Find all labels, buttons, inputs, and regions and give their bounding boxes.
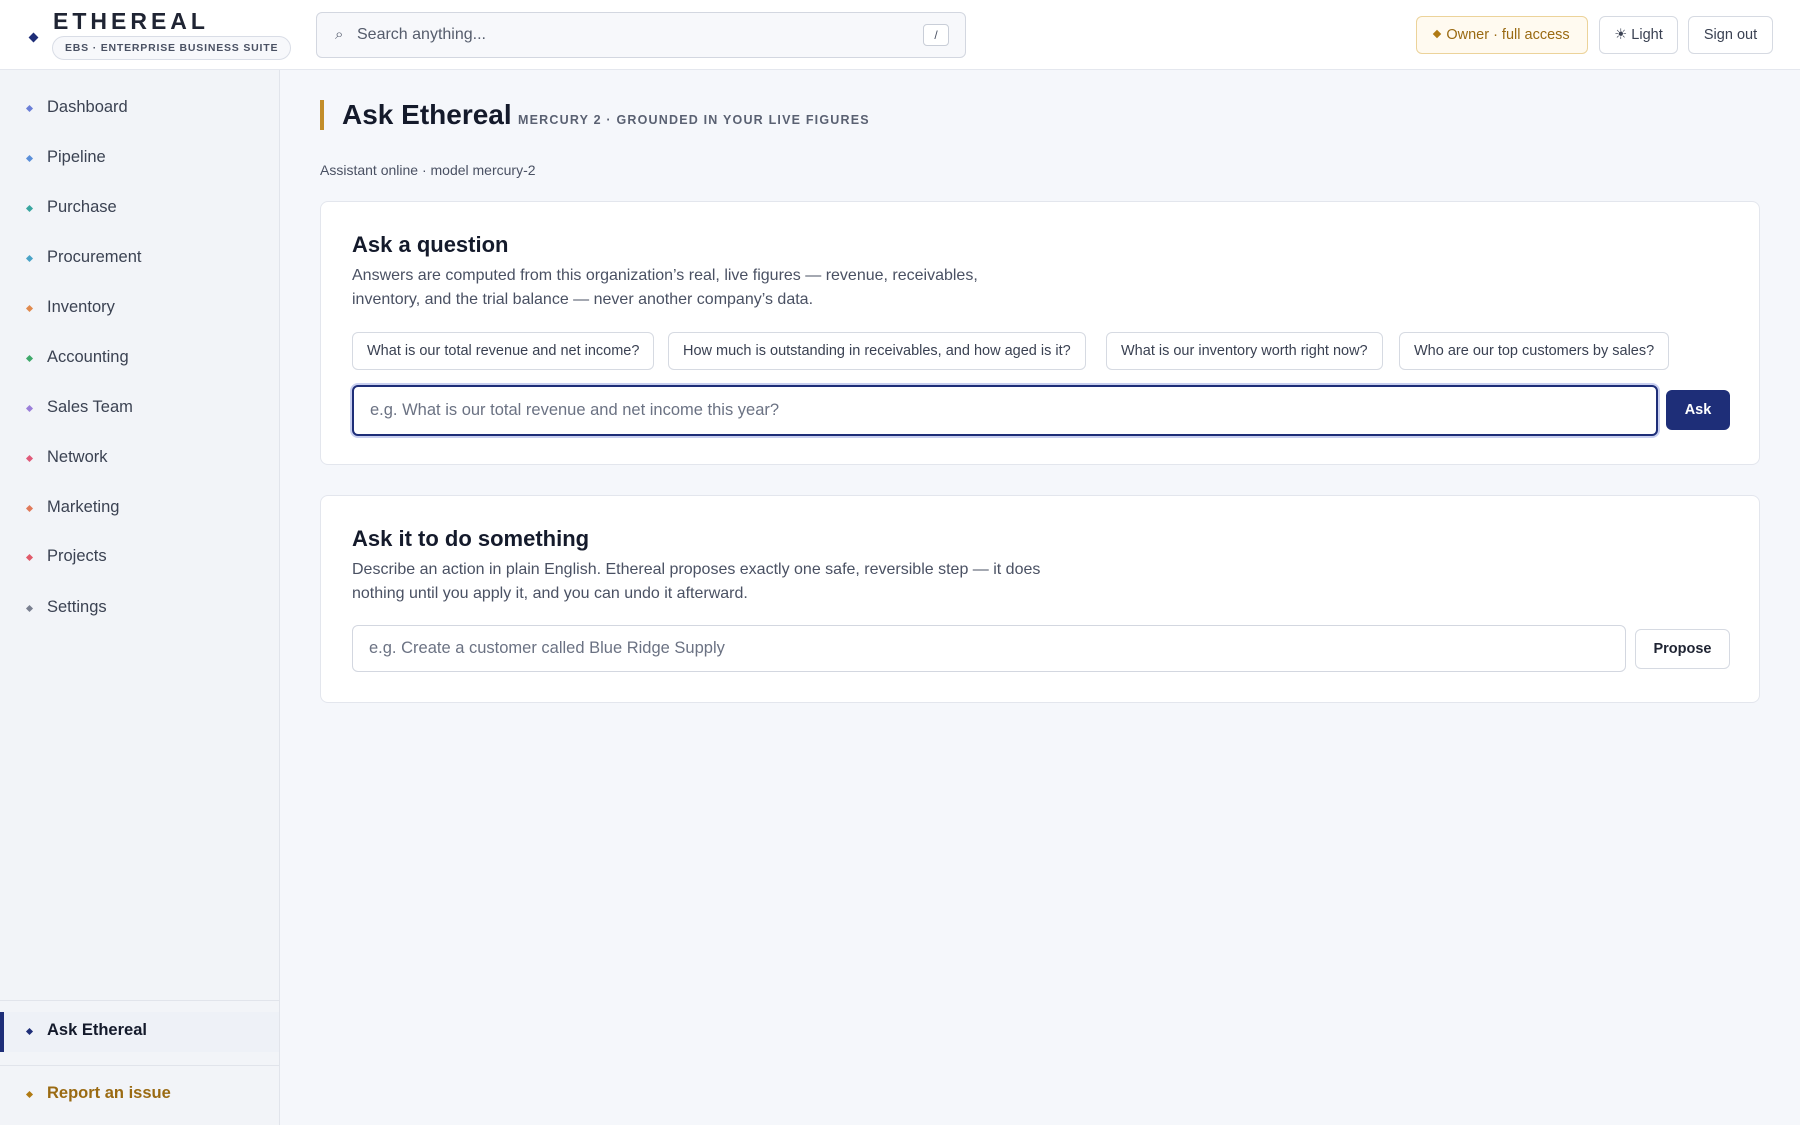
sidebar-item-sales-team[interactable]: Sales Team <box>0 389 279 429</box>
nav-dot-icon <box>25 1090 34 1099</box>
nav-dot-icon <box>25 154 34 163</box>
action-input[interactable] <box>352 625 1626 672</box>
sidebar-item-label: Report an issue <box>47 1084 171 1102</box>
suggestion-chip[interactable]: What is our total revenue and net income… <box>352 332 655 370</box>
sidebar-item-settings[interactable]: Settings <box>0 589 279 629</box>
nav-dot-icon <box>25 354 34 363</box>
sidebar-item-label: Inventory <box>47 298 115 316</box>
sidebar-divider <box>0 1000 279 1001</box>
sidebar-item-label: Network <box>47 448 108 466</box>
role-label: Owner · full access <box>1446 27 1570 43</box>
sidebar-item-procurement[interactable]: Procurement <box>0 239 279 279</box>
sidebar-item-marketing[interactable]: Marketing <box>0 489 279 529</box>
top-bar: ETHEREAL EBS · ENTERPRISE BUSINESS SUITE… <box>0 0 1800 70</box>
sidebar-item-accounting[interactable]: Accounting <box>0 339 279 379</box>
nav-dot-icon <box>25 104 34 113</box>
role-diamond-icon <box>1433 29 1442 39</box>
sidebar-item-label: Marketing <box>47 498 120 516</box>
nav-dot-icon <box>25 1027 34 1036</box>
nav-dot-icon <box>25 553 34 562</box>
search-input[interactable] <box>357 13 897 57</box>
sidebar-item-label: Purchase <box>47 198 117 216</box>
nav-dot-icon <box>25 304 34 313</box>
sidebar-item-label: Pipeline <box>47 148 106 166</box>
ask-question-card: Ask a question Answers are computed from… <box>320 201 1760 465</box>
card-title: Ask it to do something <box>352 526 590 551</box>
sidebar-item-projects[interactable]: Projects <box>0 538 279 578</box>
page-subtitle: MERCURY 2 · GROUNDED IN YOUR LIVE FIGURE… <box>518 113 870 127</box>
suggestion-chip[interactable]: What is our inventory worth right now? <box>1106 332 1383 370</box>
sidebar-item-label: Projects <box>47 547 107 565</box>
brand-name: ETHEREAL <box>53 8 209 34</box>
sidebar-item-ask-ethereal[interactable]: Ask Ethereal <box>0 1012 279 1052</box>
sidebar-item-purchase[interactable]: Purchase <box>0 189 279 229</box>
nav-dot-icon <box>25 604 34 613</box>
sign-out-button[interactable]: Sign out <box>1688 16 1773 54</box>
suggestion-chip[interactable]: How much is outstanding in receivables, … <box>668 332 1086 370</box>
card-description: Answers are computed from this organizat… <box>352 267 978 308</box>
sidebar-item-network[interactable]: Network <box>0 439 279 479</box>
search-icon: ⌕ <box>335 26 344 43</box>
page-title: Ask Ethereal <box>342 99 512 130</box>
nav-dot-icon <box>25 254 34 263</box>
card-title: Ask a question <box>352 232 509 257</box>
sidebar-item-report-issue[interactable]: Report an issue <box>0 1075 279 1115</box>
action-request-card: Ask it to do something Describe an actio… <box>320 495 1760 703</box>
sidebar-item-pipeline[interactable]: Pipeline <box>0 139 279 179</box>
question-input[interactable] <box>352 385 1658 436</box>
suggestion-chip[interactable]: Who are our top customers by sales? <box>1399 332 1670 370</box>
title-accent-bar <box>320 100 324 130</box>
nav-dot-icon <box>25 504 34 513</box>
assistant-status: Assistant online · model mercury-2 <box>320 162 536 178</box>
global-search: ⌕ / <box>316 12 966 58</box>
role-badge-button[interactable]: Owner · full access <box>1416 16 1588 54</box>
sidebar-item-label: Accounting <box>47 348 129 366</box>
sidebar-item-inventory[interactable]: Inventory <box>0 289 279 329</box>
nav-dot-icon <box>25 404 34 413</box>
sidebar-item-dashboard[interactable]: Dashboard <box>0 89 279 129</box>
nav-dot-icon <box>25 204 34 213</box>
ask-button[interactable]: Ask <box>1666 390 1730 430</box>
sidebar-item-label: Dashboard <box>47 98 128 116</box>
propose-button[interactable]: Propose <box>1635 629 1730 669</box>
sidebar: Dashboard Pipeline Purchase Procurement … <box>0 70 280 1125</box>
sidebar-item-label: Procurement <box>47 248 142 266</box>
theme-toggle-button[interactable]: ☀ Light <box>1599 16 1678 54</box>
sidebar-divider <box>0 1065 279 1066</box>
search-shortcut-key: / <box>923 24 949 46</box>
sidebar-item-label: Ask Ethereal <box>47 1021 147 1039</box>
nav-dot-icon <box>25 454 34 463</box>
active-indicator <box>0 1012 4 1052</box>
card-description: Describe an action in plain English. Eth… <box>352 561 1041 602</box>
sidebar-item-label: Settings <box>47 598 107 616</box>
sidebar-item-label: Sales Team <box>47 398 133 416</box>
brand-diamond-icon <box>28 32 39 43</box>
brand-tagline: EBS · ENTERPRISE BUSINESS SUITE <box>52 36 292 60</box>
